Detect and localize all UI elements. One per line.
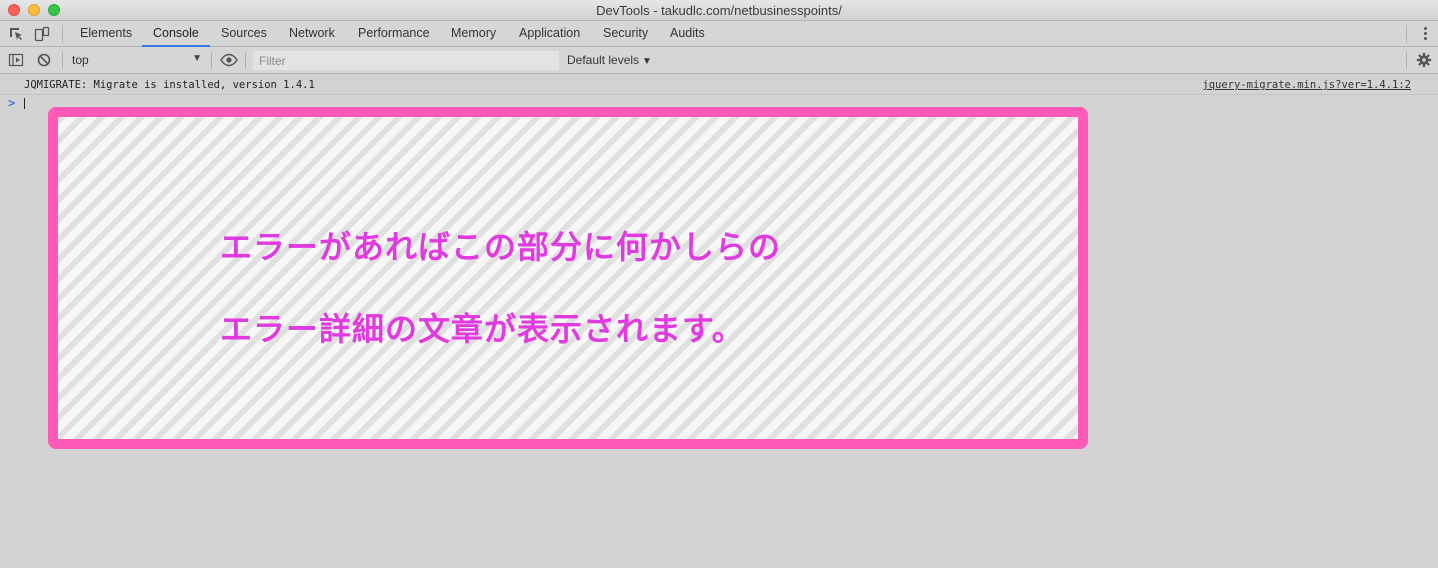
tab-network[interactable]: Network: [278, 21, 346, 46]
device-toolbar-icon[interactable]: [34, 26, 50, 42]
chevron-down-icon: ▼: [642, 56, 652, 67]
inspect-element-icon[interactable]: [8, 26, 24, 42]
tab-sources[interactable]: Sources: [210, 21, 278, 46]
title-bar: DevTools - takudlc.com/netbusinesspoints…: [0, 0, 1438, 21]
tab-security[interactable]: Security: [592, 21, 659, 46]
console-message-source-link[interactable]: jquery-migrate.min.js?ver=1.4.1:2: [1202, 79, 1411, 91]
clear-console-icon[interactable]: [36, 52, 52, 68]
log-levels-dropdown[interactable]: Default levels ▼: [567, 53, 652, 67]
text-cursor: [24, 98, 25, 109]
toolbar-divider: [211, 52, 212, 69]
toolbar-divider: [62, 52, 63, 69]
console-panel: JQMIGRATE: Migrate is installed, version…: [0, 74, 1438, 568]
gear-icon[interactable]: [1416, 52, 1432, 68]
window-title: DevTools - takudlc.com/netbusinesspoints…: [596, 3, 842, 18]
console-toolbar: top ▼ Default levels▼: [0, 47, 1438, 74]
eye-icon[interactable]: [220, 53, 238, 69]
more-options-icon[interactable]: [1424, 27, 1428, 41]
tab-bar-divider: [62, 25, 63, 43]
console-message: JQMIGRATE: Migrate is installed, version…: [0, 74, 1438, 95]
tab-bar-divider: [1406, 25, 1407, 43]
tab-application[interactable]: Application: [508, 21, 591, 46]
prompt-chevron-icon: >: [8, 96, 16, 110]
log-levels-label: Default levels: [567, 53, 640, 67]
chevron-down-icon: ▼: [192, 53, 202, 64]
console-message-text: JQMIGRATE: Migrate is installed, version…: [24, 79, 315, 91]
annotation-text-line-1: エラーがあればこの部分に何かしらの: [220, 228, 782, 266]
toolbar-divider: [1406, 52, 1407, 69]
filter-input[interactable]: [253, 51, 559, 70]
context-selector[interactable]: top ▼: [72, 53, 202, 69]
annotation-callout: エラーがあればこの部分に何かしらの エラー詳細の文章が表示されます。: [48, 107, 1088, 449]
tab-performance[interactable]: Performance: [347, 21, 441, 46]
show-sidebar-icon[interactable]: [8, 52, 24, 68]
tab-console[interactable]: Console: [142, 21, 210, 47]
annotation-text-line-2: エラー詳細の文章が表示されます。: [220, 310, 745, 348]
context-selector-value: top: [72, 53, 89, 67]
tab-audits[interactable]: Audits: [659, 21, 716, 46]
tab-memory[interactable]: Memory: [440, 21, 507, 46]
toolbar-divider: [245, 52, 246, 69]
tab-elements[interactable]: Elements: [69, 21, 143, 46]
devtools-tab-bar: Elements Console Sources Network Perform…: [0, 21, 1438, 47]
